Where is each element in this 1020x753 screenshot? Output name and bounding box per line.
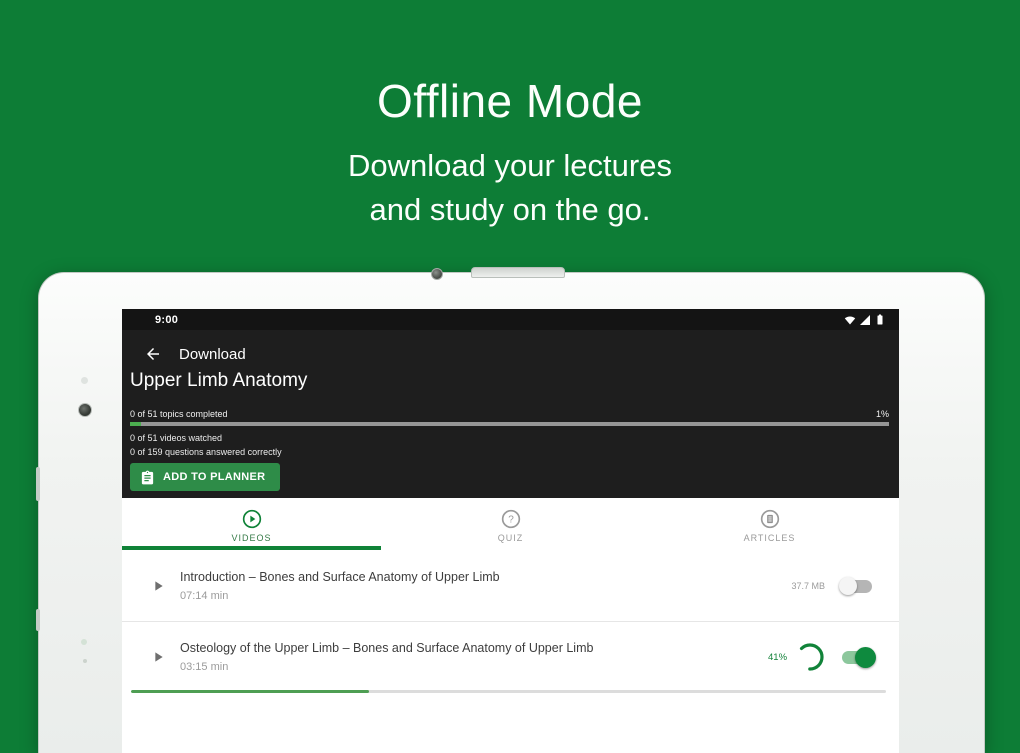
question-circle-icon: ? bbox=[501, 509, 520, 528]
file-size: 37.7 MB bbox=[791, 580, 825, 591]
video-info: Introduction – Bones and Surface Anatomy… bbox=[180, 570, 500, 602]
hero-title: Offline Mode bbox=[377, 75, 643, 127]
front-camera bbox=[78, 403, 92, 417]
questions-answered-label: 0 of 159 questions answered correctly bbox=[130, 447, 282, 457]
tab-label: QUIZ bbox=[497, 532, 524, 543]
download-progress-bar bbox=[131, 690, 886, 693]
download-header: 9:00 Download Upper Limb Anatomy 0 of 51… bbox=[122, 309, 899, 498]
toolbar: Download bbox=[122, 342, 246, 366]
hero-subtitle: Download your lectures and study on the … bbox=[0, 144, 1020, 232]
notification-led bbox=[81, 639, 87, 645]
status-icons bbox=[844, 313, 886, 326]
wifi-icon bbox=[844, 316, 856, 324]
videos-watched-label: 0 of 51 videos watched bbox=[130, 433, 223, 443]
download-percent-label: 41% bbox=[768, 652, 788, 663]
topics-progress-fill bbox=[130, 422, 142, 426]
toggle-thumb bbox=[839, 576, 857, 595]
hero-subtitle-line1: Download your lectures bbox=[348, 148, 672, 183]
status-time: 9:00 bbox=[155, 313, 179, 326]
tab-videos[interactable]: VIDEOS bbox=[122, 498, 381, 550]
tab-articles[interactable]: ARTICLES bbox=[640, 498, 899, 550]
article-circle-icon bbox=[760, 509, 779, 528]
list-item-video-2[interactable]: Osteology of the Upper Limb – Bones and … bbox=[122, 622, 899, 692]
tablet-device: 9:00 Download Upper Limb Anatomy 0 of 51… bbox=[36, 267, 985, 753]
video-list: Introduction – Bones and Surface Anatomy… bbox=[122, 550, 899, 695]
hero-subtitle-line2: and study on the go. bbox=[369, 192, 651, 227]
status-bar: 9:00 bbox=[122, 309, 899, 330]
svg-text:?: ? bbox=[508, 514, 514, 525]
topics-progress-bar bbox=[130, 422, 889, 426]
play-button[interactable] bbox=[150, 649, 166, 665]
power-button bbox=[471, 267, 565, 278]
app-screen: 9:00 Download Upper Limb Anatomy 0 of 51… bbox=[122, 309, 899, 753]
cellular-signal-icon bbox=[860, 314, 870, 325]
progress-arc-icon bbox=[796, 643, 824, 671]
topics-progress-percent: 1% bbox=[875, 409, 889, 419]
volume-button bbox=[36, 467, 40, 501]
add-to-planner-label: ADD TO PLANNER bbox=[163, 471, 266, 483]
tab-label: VIDEOS bbox=[231, 532, 272, 543]
topics-progress-row: 0 of 51 topics completed 1% bbox=[130, 409, 889, 419]
play-button[interactable] bbox=[150, 578, 166, 594]
promo-canvas: { "hero": { "title": "Offline Mode", "su… bbox=[0, 0, 1020, 753]
back-button[interactable] bbox=[144, 345, 162, 363]
add-to-planner-button[interactable]: ADD TO PLANNER bbox=[130, 463, 281, 491]
hero-banner: Offline Mode Download your lectures and … bbox=[0, 0, 1020, 232]
side-button bbox=[36, 609, 40, 631]
top-camera-dot bbox=[431, 268, 443, 280]
toggle-thumb bbox=[855, 647, 876, 668]
topics-progress-label: 0 of 51 topics completed bbox=[130, 409, 228, 419]
tab-quiz[interactable]: ? QUIZ bbox=[381, 498, 640, 550]
battery-icon bbox=[877, 314, 883, 325]
planner-clipboard-icon bbox=[141, 470, 154, 484]
video-actions: 41% bbox=[768, 622, 899, 692]
course-title: Upper Limb Anatomy bbox=[130, 370, 308, 391]
microphone-dot bbox=[83, 659, 87, 663]
download-toggle[interactable] bbox=[839, 646, 876, 668]
video-actions: 37.7 MB bbox=[791, 550, 899, 621]
play-circle-icon bbox=[242, 509, 261, 528]
download-percent-arc: 41% bbox=[768, 640, 827, 674]
video-title: Introduction – Bones and Surface Anatomy… bbox=[180, 569, 500, 584]
download-progress-fill bbox=[131, 690, 369, 693]
tab-bar: VIDEOS ? QUIZ ARTICLES bbox=[122, 498, 899, 550]
video-info: Osteology of the Upper Limb – Bones and … bbox=[180, 641, 593, 673]
light-sensor-dot bbox=[81, 377, 88, 384]
video-duration: 03:15 min bbox=[180, 661, 229, 673]
video-title: Osteology of the Upper Limb – Bones and … bbox=[180, 641, 594, 655]
download-toggle[interactable] bbox=[839, 575, 875, 597]
video-duration: 07:14 min bbox=[180, 589, 229, 602]
tab-label: ARTICLES bbox=[743, 532, 796, 543]
list-item-video-1[interactable]: Introduction – Bones and Surface Anatomy… bbox=[122, 550, 899, 621]
screen-title: Download bbox=[179, 345, 246, 363]
